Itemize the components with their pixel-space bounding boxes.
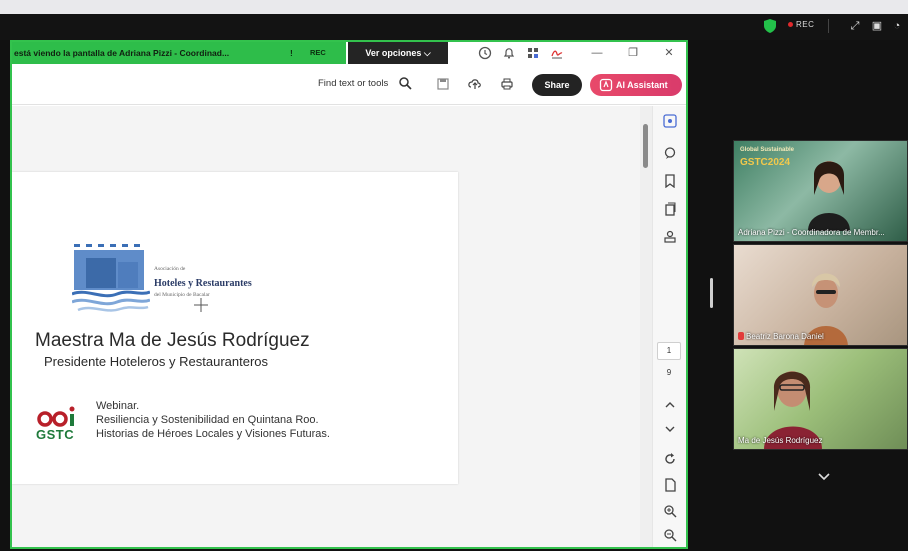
virtual-background-text: Global Sustainable (740, 147, 795, 153)
rec-label: REC (796, 20, 815, 29)
participant-name-row: Beatriz Barona Daniel (738, 332, 824, 341)
right-tool-rail: 1 9 (652, 106, 686, 547)
rec-dot-icon (788, 22, 793, 28)
acrobat-toolbar: Find text or tools Share AI Assistant (12, 65, 686, 105)
chevron-down-icon: ⌵ (423, 48, 431, 58)
screen-share-banner: está viendo la pantalla de Adriana Pizzi… (12, 42, 346, 64)
sign-icon[interactable] (550, 46, 564, 60)
chevron-up-icon[interactable] (663, 398, 677, 412)
participant-tile[interactable]: Beatriz Barona Daniel (733, 244, 908, 346)
expand-icon[interactable]: ⤢ (848, 19, 862, 33)
participant-name: Ma de Jesús Rodríguez (738, 436, 823, 445)
zoom-top-bar: REC ⤢ ▣ ◔ (0, 14, 908, 40)
apps-grid-icon[interactable] (526, 46, 540, 60)
print-icon[interactable] (500, 77, 514, 91)
ai-assistant-label: AI Assistant (616, 80, 668, 90)
bell-icon[interactable] (502, 46, 516, 60)
share-button[interactable]: Share (532, 74, 582, 96)
zoom-in-icon[interactable] (663, 504, 677, 518)
shared-screen: está viendo la pantalla de Adriana Pizzi… (10, 40, 688, 549)
recording-indicator: REC (788, 20, 814, 29)
view-options-label: Ver opciones (365, 48, 422, 58)
current-page-field[interactable]: 1 (657, 342, 681, 360)
shield-icon[interactable] (764, 19, 776, 33)
zoom-meeting-window: REC ⤢ ▣ ◔ está viendo la pantalla de Adr… (0, 0, 908, 551)
participant-tile[interactable]: Ma de Jesús Rodríguez (733, 348, 908, 450)
gstc-label: GSTC (36, 427, 75, 442)
zoom-out-icon[interactable] (663, 528, 677, 542)
ai-assistant-button[interactable]: AI Assistant (590, 74, 682, 96)
crosshair-cursor-icon (194, 298, 208, 312)
refresh-icon[interactable] (663, 452, 677, 466)
divider (828, 19, 829, 33)
search-icon[interactable] (398, 76, 412, 90)
find-text-or-tools[interactable]: Find text or tools (318, 78, 388, 89)
ai-panel-icon[interactable] (663, 114, 677, 128)
chevron-down-icon[interactable] (663, 422, 677, 436)
stamp-icon[interactable] (663, 230, 677, 244)
mic-muted-icon (738, 332, 744, 340)
association-name: Hoteles y Restaurantes (154, 278, 252, 289)
maximize-icon[interactable]: ❐ (626, 46, 640, 60)
speaker-name: Maestra Ma de Jesús Rodríguez (35, 330, 310, 351)
view-options-button[interactable]: Ver opciones ⌵ (348, 42, 448, 64)
scroll-thumb[interactable] (643, 124, 648, 168)
document-viewport[interactable]: Asociación de Hoteles y Restaurantes del… (12, 106, 640, 547)
pdf-slide-page: Asociación de Hoteles y Restaurantes del… (12, 172, 458, 484)
virtual-background-logo: GSTC2024 (740, 157, 791, 168)
minimize-icon[interactable]: — (590, 46, 604, 60)
share-banner-text: está viendo la pantalla de Adriana Pizzi… (14, 48, 230, 58)
total-pages: 9 (666, 368, 672, 377)
gallery-icon[interactable]: ▣ (870, 19, 884, 33)
more-icon[interactable]: ◔ (890, 19, 904, 33)
association-small-text: Asociación de (154, 266, 186, 272)
close-icon[interactable]: ✕ (662, 46, 676, 60)
webinar-line-2: Resiliencia y Sostenibilidad en Quintana… (96, 414, 319, 426)
comment-icon[interactable] (663, 146, 677, 160)
banner-pin: ! (290, 48, 293, 58)
vertical-scrollbar[interactable] (640, 106, 652, 547)
upload-icon[interactable] (468, 77, 482, 91)
participant-name: Beatriz Barona Daniel (746, 332, 824, 341)
banner-rec: REC (310, 48, 326, 57)
participant-video (808, 161, 850, 231)
webinar-line-3: Historias de Héroes Locales y Visiones F… (96, 428, 330, 440)
association-logo (72, 244, 150, 312)
help-icon[interactable] (478, 46, 492, 60)
participant-name: Adriana Pizzi - Coordinadora de Membr... (738, 228, 885, 237)
participant-tile[interactable]: Global Sustainable GSTC2024 Adriana Pizz… (733, 140, 908, 242)
window-top-strip (0, 0, 908, 14)
document-icon[interactable] (663, 478, 677, 492)
ai-assistant-icon (599, 78, 613, 92)
save-icon[interactable] (436, 77, 450, 91)
chevron-down-icon[interactable] (817, 470, 831, 484)
bookmark-icon[interactable] (663, 174, 677, 188)
webinar-line-1: Webinar. (96, 400, 140, 412)
gallery-resize-handle[interactable] (710, 278, 713, 308)
pages-icon[interactable] (663, 202, 677, 216)
speaker-role: Presidente Hoteleros y Restauranteros (44, 354, 269, 369)
